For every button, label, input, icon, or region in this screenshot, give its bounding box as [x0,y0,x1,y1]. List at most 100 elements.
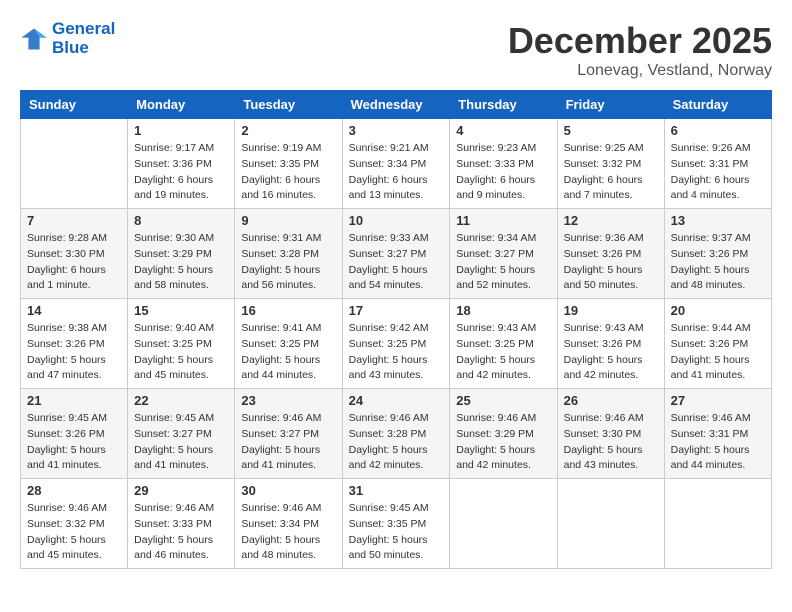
sunrise-text: Sunrise: 9:33 AM [349,232,429,244]
table-row: 10 Sunrise: 9:33 AM Sunset: 3:27 PM Dayl… [342,209,450,299]
daylight-text: Daylight: 6 hours and 1 minute. [27,264,106,292]
daylight-text: Daylight: 5 hours and 41 minutes. [241,444,320,472]
sunset-text: Sunset: 3:27 PM [456,248,534,260]
day-number: 26 [564,393,658,408]
calendar-week-row: 1 Sunrise: 9:17 AM Sunset: 3:36 PM Dayli… [21,119,772,209]
table-row: 4 Sunrise: 9:23 AM Sunset: 3:33 PM Dayli… [450,119,557,209]
header-saturday: Saturday [664,91,771,119]
day-number: 12 [564,213,658,228]
daylight-text: Daylight: 5 hours and 50 minutes. [564,264,643,292]
day-info: Sunrise: 9:42 AM Sunset: 3:25 PM Dayligh… [349,321,444,384]
day-number: 28 [27,483,121,498]
calendar-header-row: Sunday Monday Tuesday Wednesday Thursday… [21,91,772,119]
sunset-text: Sunset: 3:35 PM [241,158,319,170]
sunset-text: Sunset: 3:27 PM [241,428,319,440]
day-number: 15 [134,303,228,318]
day-info: Sunrise: 9:43 AM Sunset: 3:25 PM Dayligh… [456,321,550,384]
sunrise-text: Sunrise: 9:46 AM [349,412,429,424]
daylight-text: Daylight: 5 hours and 44 minutes. [241,354,320,382]
day-info: Sunrise: 9:43 AM Sunset: 3:26 PM Dayligh… [564,321,658,384]
sunset-text: Sunset: 3:30 PM [27,248,105,260]
day-number: 5 [564,123,658,138]
header-wednesday: Wednesday [342,91,450,119]
sunrise-text: Sunrise: 9:41 AM [241,322,321,334]
sunrise-text: Sunrise: 9:46 AM [134,502,214,514]
daylight-text: Daylight: 6 hours and 4 minutes. [671,174,750,202]
day-number: 27 [671,393,765,408]
sunset-text: Sunset: 3:32 PM [564,158,642,170]
day-number: 4 [456,123,550,138]
sunset-text: Sunset: 3:26 PM [564,338,642,350]
day-info: Sunrise: 9:31 AM Sunset: 3:28 PM Dayligh… [241,231,335,294]
sunset-text: Sunset: 3:26 PM [671,248,749,260]
day-number: 9 [241,213,335,228]
day-number: 17 [349,303,444,318]
table-row: 7 Sunrise: 9:28 AM Sunset: 3:30 PM Dayli… [21,209,128,299]
daylight-text: Daylight: 5 hours and 42 minutes. [456,444,535,472]
sunset-text: Sunset: 3:26 PM [564,248,642,260]
daylight-text: Daylight: 5 hours and 50 minutes. [349,534,428,562]
sunrise-text: Sunrise: 9:30 AM [134,232,214,244]
day-info: Sunrise: 9:44 AM Sunset: 3:26 PM Dayligh… [671,321,765,384]
table-row: 21 Sunrise: 9:45 AM Sunset: 3:26 PM Dayl… [21,389,128,479]
table-row: 9 Sunrise: 9:31 AM Sunset: 3:28 PM Dayli… [235,209,342,299]
calendar-table: Sunday Monday Tuesday Wednesday Thursday… [20,90,772,569]
day-info: Sunrise: 9:46 AM Sunset: 3:27 PM Dayligh… [241,411,335,474]
daylight-text: Daylight: 5 hours and 42 minutes. [456,354,535,382]
table-row: 31 Sunrise: 9:45 AM Sunset: 3:35 PM Dayl… [342,479,450,569]
day-info: Sunrise: 9:38 AM Sunset: 3:26 PM Dayligh… [27,321,121,384]
day-info: Sunrise: 9:45 AM Sunset: 3:26 PM Dayligh… [27,411,121,474]
daylight-text: Daylight: 5 hours and 41 minutes. [134,444,213,472]
sunset-text: Sunset: 3:31 PM [671,428,749,440]
table-row [557,479,664,569]
day-number: 25 [456,393,550,408]
table-row: 22 Sunrise: 9:45 AM Sunset: 3:27 PM Dayl… [128,389,235,479]
header-sunday: Sunday [21,91,128,119]
sunrise-text: Sunrise: 9:43 AM [456,322,536,334]
sunset-text: Sunset: 3:25 PM [241,338,319,350]
day-info: Sunrise: 9:45 AM Sunset: 3:35 PM Dayligh… [349,501,444,564]
day-info: Sunrise: 9:33 AM Sunset: 3:27 PM Dayligh… [349,231,444,294]
daylight-text: Daylight: 5 hours and 48 minutes. [671,264,750,292]
table-row: 14 Sunrise: 9:38 AM Sunset: 3:26 PM Dayl… [21,299,128,389]
day-info: Sunrise: 9:34 AM Sunset: 3:27 PM Dayligh… [456,231,550,294]
sunset-text: Sunset: 3:27 PM [134,428,212,440]
table-row: 24 Sunrise: 9:46 AM Sunset: 3:28 PM Dayl… [342,389,450,479]
day-info: Sunrise: 9:28 AM Sunset: 3:30 PM Dayligh… [27,231,121,294]
sunset-text: Sunset: 3:33 PM [134,518,212,530]
table-row: 29 Sunrise: 9:46 AM Sunset: 3:33 PM Dayl… [128,479,235,569]
day-number: 11 [456,213,550,228]
sunset-text: Sunset: 3:33 PM [456,158,534,170]
table-row: 28 Sunrise: 9:46 AM Sunset: 3:32 PM Dayl… [21,479,128,569]
daylight-text: Daylight: 5 hours and 58 minutes. [134,264,213,292]
sunrise-text: Sunrise: 9:21 AM [349,142,429,154]
table-row: 19 Sunrise: 9:43 AM Sunset: 3:26 PM Dayl… [557,299,664,389]
table-row [664,479,771,569]
day-number: 7 [27,213,121,228]
table-row: 20 Sunrise: 9:44 AM Sunset: 3:26 PM Dayl… [664,299,771,389]
table-row: 3 Sunrise: 9:21 AM Sunset: 3:34 PM Dayli… [342,119,450,209]
day-number: 8 [134,213,228,228]
day-number: 2 [241,123,335,138]
day-number: 31 [349,483,444,498]
sunrise-text: Sunrise: 9:46 AM [241,502,321,514]
table-row [21,119,128,209]
month-title: December 2025 [508,20,772,62]
day-info: Sunrise: 9:46 AM Sunset: 3:32 PM Dayligh… [27,501,121,564]
sunrise-text: Sunrise: 9:46 AM [241,412,321,424]
sunrise-text: Sunrise: 9:45 AM [349,502,429,514]
day-number: 1 [134,123,228,138]
daylight-text: Daylight: 6 hours and 13 minutes. [349,174,428,202]
sunset-text: Sunset: 3:26 PM [27,338,105,350]
day-number: 10 [349,213,444,228]
calendar-week-row: 7 Sunrise: 9:28 AM Sunset: 3:30 PM Dayli… [21,209,772,299]
sunrise-text: Sunrise: 9:45 AM [27,412,107,424]
day-number: 22 [134,393,228,408]
day-info: Sunrise: 9:23 AM Sunset: 3:33 PM Dayligh… [456,141,550,204]
sunrise-text: Sunrise: 9:42 AM [349,322,429,334]
sunset-text: Sunset: 3:25 PM [134,338,212,350]
title-block: December 2025 Lonevag, Vestland, Norway [508,20,772,80]
sunrise-text: Sunrise: 9:19 AM [241,142,321,154]
sunrise-text: Sunrise: 9:46 AM [564,412,644,424]
sunset-text: Sunset: 3:26 PM [671,338,749,350]
